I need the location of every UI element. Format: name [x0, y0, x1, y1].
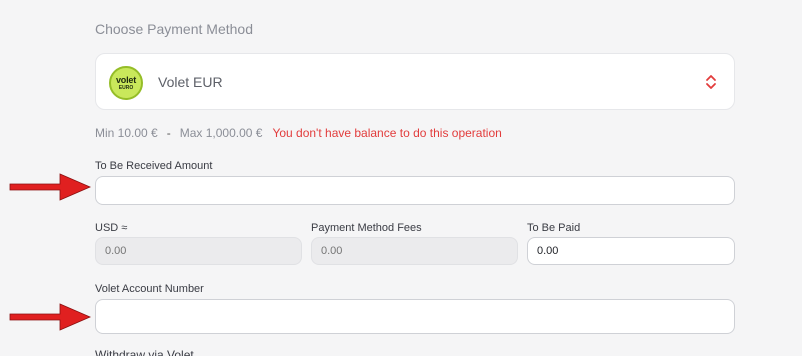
payment-method-select[interactable]: volet EURO Volet EUR [95, 53, 735, 110]
received-amount-input[interactable] [95, 176, 735, 205]
payment-method-name: Volet EUR [158, 74, 223, 90]
fees-label: Payment Method Fees [311, 222, 422, 234]
to-be-paid-label: To Be Paid [527, 222, 581, 234]
red-arrow-icon [9, 173, 92, 201]
logo-text: volet [115, 74, 136, 85]
balance-error: You don't have balance to do this operat… [272, 126, 502, 140]
logo-subtext: EURO [118, 84, 134, 91]
min-limit: Min 10.00 € [95, 126, 158, 140]
account-number-input[interactable] [95, 299, 735, 334]
red-arrow-icon [9, 303, 92, 331]
fees-input [311, 237, 518, 265]
chevron-up-down-icon[interactable] [705, 72, 717, 92]
usd-input [95, 237, 302, 265]
limit-separator: - [166, 126, 171, 140]
limits-row: Min 10.00 € - Max 1,000.00 € You don't have… [95, 126, 502, 140]
volet-logo: volet EURO [109, 66, 143, 100]
account-number-label: Volet Account Number [95, 283, 204, 295]
section-title: Choose Payment Method [95, 21, 253, 37]
to-be-paid-input[interactable] [527, 237, 735, 265]
max-limit: Max 1,000.00 € [179, 126, 263, 140]
usd-label: USD ≈ [95, 222, 128, 234]
received-amount-label: To Be Received Amount [95, 160, 213, 172]
withdraw-via-label: Withdraw via Volet [95, 348, 194, 356]
